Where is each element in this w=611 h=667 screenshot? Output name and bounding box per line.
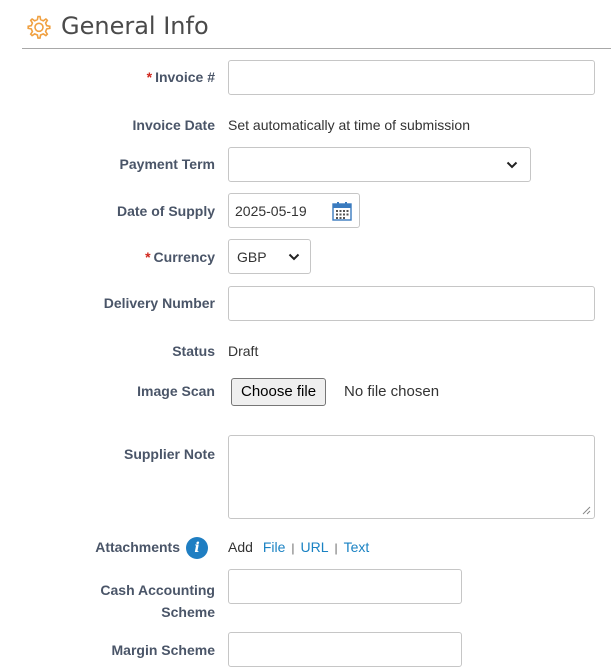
invoice-date-label: Invoice Date: [132, 117, 215, 133]
status-value: Draft: [228, 343, 259, 359]
payment-term-label: Payment Term: [119, 156, 215, 172]
gear-icon: [27, 15, 51, 39]
add-text-link[interactable]: Text: [344, 539, 370, 555]
section-header: General Info: [22, 10, 611, 49]
margin-scheme-label: Margin Scheme: [111, 642, 215, 658]
invoice-number-input[interactable]: [228, 60, 595, 95]
chevron-down-icon: [288, 253, 300, 260]
currency-select[interactable]: GBP: [228, 239, 311, 274]
required-marker: *: [146, 69, 153, 85]
link-separator: |: [334, 541, 338, 555]
add-file-link[interactable]: File: [263, 539, 286, 555]
cash-accounting-scheme-label: Cash Accounting Scheme: [100, 582, 215, 620]
resize-handle-icon[interactable]: [582, 506, 591, 515]
invoice-number-label: * Invoice #: [146, 69, 215, 85]
payment-term-select[interactable]: [228, 147, 531, 182]
info-icon[interactable]: i: [186, 537, 208, 559]
add-url-link[interactable]: URL: [301, 539, 329, 555]
calendar-icon[interactable]: [331, 200, 353, 222]
file-status-text: No file chosen: [344, 383, 440, 400]
required-marker: *: [145, 249, 151, 265]
supplier-note-textarea[interactable]: [228, 435, 595, 519]
image-scan-label: Image Scan: [137, 383, 215, 399]
section-title: General Info: [61, 12, 209, 40]
date-of-supply-label: Date of Supply: [116, 203, 215, 219]
delivery-number-input[interactable]: [228, 286, 595, 321]
attachments-label: Attachments: [95, 539, 180, 555]
cash-accounting-scheme-input[interactable]: [228, 569, 462, 604]
date-of-supply-value: 2025-05-19: [235, 202, 307, 219]
add-label: Add: [228, 539, 253, 555]
delivery-number-label: Delivery Number: [103, 295, 215, 311]
attachments-links: Add File | URL | Text: [228, 539, 369, 555]
status-label: Status: [172, 343, 215, 359]
chevron-down-icon: [506, 161, 518, 168]
link-separator: |: [291, 541, 295, 555]
supplier-note-label: Supplier Note: [123, 446, 215, 462]
date-of-supply-input[interactable]: 2025-05-19: [228, 193, 360, 228]
choose-file-button[interactable]: Choose file: [231, 378, 327, 406]
invoice-date-value: Set automatically at time of submission: [228, 117, 470, 133]
currency-label: * Currency: [145, 249, 215, 265]
currency-value: GBP: [237, 248, 267, 265]
